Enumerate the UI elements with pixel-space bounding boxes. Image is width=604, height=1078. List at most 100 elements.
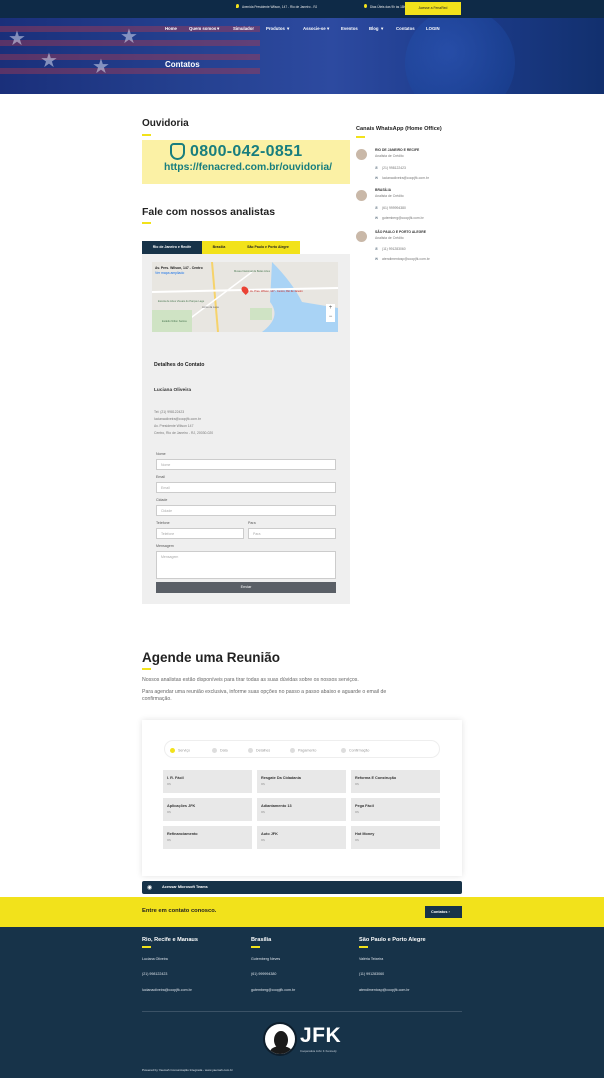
contact-email[interactable]: lucianaoliveira@coopjfk.com.br xyxy=(154,417,201,421)
step-date[interactable]: Data xyxy=(212,748,228,753)
service-price: R$ xyxy=(355,782,359,786)
tab-rio-recife[interactable]: Rio de Janeiro e Recife xyxy=(142,241,202,254)
service-card[interactable]: Adiantamento 13 R$ xyxy=(257,798,346,821)
whatsapp-email[interactable]: atendimentosp@coopjfk.com.br xyxy=(382,257,430,261)
service-price: R$ xyxy=(261,810,265,814)
city-label: Cidade xyxy=(156,498,168,502)
whatsapp-heading: Canais WhatsApp (Home Office) xyxy=(356,126,442,132)
flag-stripe xyxy=(0,54,260,60)
heading-underline xyxy=(142,222,151,224)
step-payment[interactable]: Pagamento xyxy=(290,748,316,753)
service-card[interactable]: I. R. Fácil R$ xyxy=(163,770,252,793)
whatsapp-email[interactable]: lucianaoliveira@coopjfk.com.br xyxy=(382,176,429,180)
service-price: R$ xyxy=(355,838,359,842)
teams-button[interactable]: ◉ Acessar Microsoft Teams xyxy=(142,881,462,894)
avatar xyxy=(356,149,367,160)
whatsapp-phone[interactable]: (11) 991283060 xyxy=(382,247,406,251)
service-card[interactable]: Hot Money R$ xyxy=(351,826,440,849)
top-bar: Avenida Presidente Wilson, 147 - Rio de … xyxy=(0,0,604,18)
fenared-button[interactable]: Acesse a FenaRed xyxy=(405,2,461,15)
service-card[interactable]: Refinanciamento R$ xyxy=(163,826,252,849)
service-price: R$ xyxy=(167,838,171,842)
footer-email[interactable]: lucianaoliveira@coopjfk.com.br xyxy=(142,988,192,992)
whatsapp-role: Analista de Crédito xyxy=(375,154,404,158)
nav-associe-se[interactable]: Associe-se xyxy=(303,26,326,31)
flag-stripe xyxy=(0,68,260,74)
step-label: Data xyxy=(220,748,228,753)
ouvidoria-heading: Ouvidoria xyxy=(142,118,189,129)
page-title: Contatos xyxy=(165,60,200,69)
step-dot xyxy=(212,748,217,753)
whatsapp-phone[interactable]: (61) 999994380 xyxy=(382,206,406,210)
footer xyxy=(0,927,604,1078)
contact-band: Entre em contato conosco. Contatos › xyxy=(0,897,604,927)
whatsapp-phone[interactable]: (21) 998122423 xyxy=(382,166,406,170)
name-input[interactable]: Nome xyxy=(156,459,336,470)
details-heading: Detalhes do Contato xyxy=(154,362,205,368)
message-textarea[interactable]: Mensagem xyxy=(156,551,336,579)
step-dot xyxy=(290,748,295,753)
service-name: Auto JFK xyxy=(261,832,278,836)
tab-brasilia[interactable]: Brasília xyxy=(202,241,236,254)
footer-phone[interactable]: (11) 991283060 xyxy=(359,972,384,976)
nav-eventos[interactable]: Eventos xyxy=(341,26,358,31)
service-card[interactable]: Reforma E Construção R$ xyxy=(351,770,440,793)
heading-underline xyxy=(356,136,365,138)
whatsapp-email[interactable]: gutemberg@coopjfk.com.br xyxy=(382,216,424,220)
whatsapp-region: BRASÍLIA xyxy=(375,188,392,192)
step-confirmation[interactable]: Confirmação xyxy=(341,748,369,753)
footer-email[interactable]: gutemberg@coopjfk.com.br xyxy=(251,988,295,992)
footer-col-title: São Paulo e Porto Alegre xyxy=(359,937,426,943)
tab-sao-paulo-porto-alegre[interactable]: São Paulo e Porto Alegre xyxy=(236,241,300,254)
footer-name: Luciana Oliveira xyxy=(142,957,168,961)
contact-line: Centro, Rio de Janeiro - RJ, 20030-020 xyxy=(154,431,214,435)
nav-home[interactable]: Home xyxy=(165,26,177,31)
mail-icon: ✉ xyxy=(375,216,378,220)
map-pin-label: Av. Pres. Wilson, 147 - Centro, Rio de J… xyxy=(250,290,303,293)
nav-blog[interactable]: Blog xyxy=(369,26,379,31)
footer-phone[interactable]: (61) 999994380 xyxy=(251,972,276,976)
star-icon: ★ xyxy=(92,56,110,78)
heading-underline xyxy=(142,134,151,136)
service-card[interactable]: Resgate Da Cidadania R$ xyxy=(257,770,346,793)
contatos-button[interactable]: Contatos › xyxy=(425,906,462,918)
service-price: R$ xyxy=(355,810,359,814)
ouvidoria-url[interactable]: https://fenacred.com.br/ouvidoria/ xyxy=(164,162,332,173)
jfk-logo-text: JFK xyxy=(300,1024,342,1047)
nav-contatos[interactable]: Contatos xyxy=(396,26,415,31)
service-card[interactable]: Pega Fácil R$ xyxy=(351,798,440,821)
footer-phone[interactable]: (21) 998122423 xyxy=(142,972,167,976)
email-input[interactable]: Email xyxy=(156,482,336,493)
eye-icon: ◉ xyxy=(147,885,153,891)
service-card[interactable]: Aplicações JFK R$ xyxy=(163,798,252,821)
map-label: Escola de Artes Visuais do Parque Lage xyxy=(158,300,205,303)
nav-simulador[interactable]: Simulador xyxy=(233,26,254,31)
step-label: Detalhes xyxy=(256,748,271,753)
phone-label: Telefone xyxy=(156,521,170,525)
service-card[interactable]: Auto JFK R$ xyxy=(257,826,346,849)
hero-banner: ★ ★ ★ ★ xyxy=(0,18,604,94)
zoom-controls[interactable]: + − xyxy=(326,304,335,322)
teams-label: Acessar Microsoft Teams xyxy=(162,885,208,889)
step-service[interactable]: Serviço xyxy=(170,748,190,753)
step-dot xyxy=(248,748,253,753)
nav-login[interactable]: LOGIN xyxy=(426,26,440,31)
heading-underline xyxy=(142,668,151,670)
para-input[interactable]: Para xyxy=(248,528,336,539)
nav-quem-somos[interactable]: Quem somos xyxy=(189,26,216,31)
map-label: Estádio Nilton Santos xyxy=(162,320,187,323)
city-input[interactable]: Cidade xyxy=(156,505,336,516)
send-button[interactable]: Enviar xyxy=(156,582,336,593)
chevron-down-icon: ▾ xyxy=(287,26,290,31)
step-details[interactable]: Detalhes xyxy=(248,748,270,753)
footer-col-title: Rio, Recife e Manaus xyxy=(142,937,198,943)
footer-credit[interactable]: Powered by Yaemah Comunicação Integrada … xyxy=(142,1068,233,1072)
footer-email[interactable]: atendimentosp@coopjfk.com.br xyxy=(359,988,410,992)
phone-input[interactable]: Telefone xyxy=(156,528,244,539)
mail-icon: ✉ xyxy=(375,257,378,261)
nav-produtos[interactable]: Produtos xyxy=(266,26,285,31)
map-link[interactable]: Ver mapa ampliado xyxy=(155,271,184,275)
contact-line: Tel: (21) 998122423 xyxy=(154,410,185,414)
google-map[interactable]: Av. Pres. Wilson, 147 - Centro Ver mapa … xyxy=(152,262,338,332)
phone-icon: ✆ xyxy=(375,166,378,170)
